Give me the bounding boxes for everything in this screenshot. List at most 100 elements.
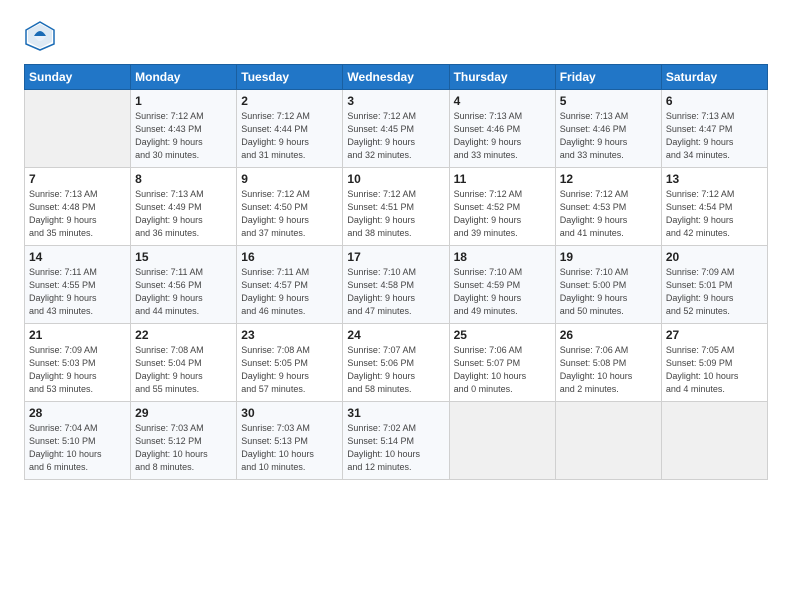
- calendar-week-2: 7 Sunrise: 7:13 AM Sunset: 4:48 PM Daylig…: [25, 168, 768, 246]
- day-info: Sunrise: 7:07 AM Sunset: 5:06 PM Dayligh…: [347, 344, 444, 396]
- day-info: Sunrise: 7:10 AM Sunset: 5:00 PM Dayligh…: [560, 266, 657, 318]
- calendar-week-3: 14Sunrise: 7:11 AM Sunset: 4:55 PM Dayli…: [25, 246, 768, 324]
- day-info: Sunrise: 7:12 AM Sunset: 4:45 PM Dayligh…: [347, 110, 444, 162]
- calendar-week-1: 1 Sunrise: 7:12 AM Sunset: 4:43 PM Daylig…: [25, 90, 768, 168]
- calendar-body: 1 Sunrise: 7:12 AM Sunset: 4:43 PM Daylig…: [25, 90, 768, 480]
- day-header-monday: Monday: [131, 65, 237, 90]
- day-number: 9: [241, 172, 338, 186]
- day-info: Sunrise: 7:11 AM Sunset: 4:57 PM Dayligh…: [241, 266, 338, 318]
- day-info: Sunrise: 7:13 AM Sunset: 4:46 PM Dayligh…: [454, 110, 551, 162]
- day-info: Sunrise: 7:12 AM Sunset: 4:43 PM Dayligh…: [135, 110, 232, 162]
- day-number: 22: [135, 328, 232, 342]
- day-info: Sunrise: 7:05 AM Sunset: 5:09 PM Dayligh…: [666, 344, 763, 396]
- day-number: 25: [454, 328, 551, 342]
- day-info: Sunrise: 7:11 AM Sunset: 4:56 PM Dayligh…: [135, 266, 232, 318]
- calendar-cell: 23 Sunrise: 7:08 AM Sunset: 5:05 PM Dayli…: [237, 324, 343, 402]
- logo-icon: [24, 20, 56, 52]
- day-info: Sunrise: 7:12 AM Sunset: 4:53 PM Dayligh…: [560, 188, 657, 240]
- day-number: 3: [347, 94, 444, 108]
- day-number: 5: [560, 94, 657, 108]
- day-number: 10: [347, 172, 444, 186]
- day-number: 11: [454, 172, 551, 186]
- calendar-cell: 1 Sunrise: 7:12 AM Sunset: 4:43 PM Daylig…: [131, 90, 237, 168]
- day-info: Sunrise: 7:10 AM Sunset: 4:59 PM Dayligh…: [454, 266, 551, 318]
- day-header-tuesday: Tuesday: [237, 65, 343, 90]
- calendar-cell: 18 Sunrise: 7:10 AM Sunset: 4:59 PM Dayli…: [449, 246, 555, 324]
- calendar-cell: 30Sunrise: 7:03 AM Sunset: 5:13 PM Dayli…: [237, 402, 343, 480]
- day-number: 29: [135, 406, 232, 420]
- day-info: Sunrise: 7:12 AM Sunset: 4:52 PM Dayligh…: [454, 188, 551, 240]
- day-number: 30: [241, 406, 338, 420]
- day-info: Sunrise: 7:03 AM Sunset: 5:12 PM Dayligh…: [135, 422, 232, 474]
- calendar-cell: 28Sunrise: 7:04 AM Sunset: 5:10 PM Dayli…: [25, 402, 131, 480]
- calendar-cell: 5 Sunrise: 7:13 AM Sunset: 4:46 PM Daylig…: [555, 90, 661, 168]
- page: SundayMondayTuesdayWednesdayThursdayFrid…: [0, 0, 792, 612]
- calendar-cell: [555, 402, 661, 480]
- calendar-cell: 20 Sunrise: 7:09 AM Sunset: 5:01 PM Dayli…: [661, 246, 767, 324]
- day-info: Sunrise: 7:09 AM Sunset: 5:03 PM Dayligh…: [29, 344, 126, 396]
- day-number: 31: [347, 406, 444, 420]
- day-number: 14: [29, 250, 126, 264]
- day-info: Sunrise: 7:12 AM Sunset: 4:50 PM Dayligh…: [241, 188, 338, 240]
- calendar-cell: 17 Sunrise: 7:10 AM Sunset: 4:58 PM Dayli…: [343, 246, 449, 324]
- day-number: 13: [666, 172, 763, 186]
- day-number: 24: [347, 328, 444, 342]
- calendar-cell: 12Sunrise: 7:12 AM Sunset: 4:53 PM Dayli…: [555, 168, 661, 246]
- day-number: 20: [666, 250, 763, 264]
- day-header-saturday: Saturday: [661, 65, 767, 90]
- day-number: 8: [135, 172, 232, 186]
- calendar-cell: [661, 402, 767, 480]
- calendar-cell: 3 Sunrise: 7:12 AM Sunset: 4:45 PM Daylig…: [343, 90, 449, 168]
- day-header-thursday: Thursday: [449, 65, 555, 90]
- calendar-cell: 14Sunrise: 7:11 AM Sunset: 4:55 PM Dayli…: [25, 246, 131, 324]
- day-number: 28: [29, 406, 126, 420]
- day-number: 17: [347, 250, 444, 264]
- calendar-cell: 27 Sunrise: 7:05 AM Sunset: 5:09 PM Dayli…: [661, 324, 767, 402]
- day-info: Sunrise: 7:02 AM Sunset: 5:14 PM Dayligh…: [347, 422, 444, 474]
- day-number: 18: [454, 250, 551, 264]
- header-row: SundayMondayTuesdayWednesdayThursdayFrid…: [25, 65, 768, 90]
- day-number: 4: [454, 94, 551, 108]
- day-info: Sunrise: 7:06 AM Sunset: 5:07 PM Dayligh…: [454, 344, 551, 396]
- day-info: Sunrise: 7:08 AM Sunset: 5:05 PM Dayligh…: [241, 344, 338, 396]
- calendar-week-4: 21 Sunrise: 7:09 AM Sunset: 5:03 PM Dayli…: [25, 324, 768, 402]
- day-number: 27: [666, 328, 763, 342]
- header: [24, 20, 768, 52]
- day-info: Sunrise: 7:08 AM Sunset: 5:04 PM Dayligh…: [135, 344, 232, 396]
- day-info: Sunrise: 7:13 AM Sunset: 4:48 PM Dayligh…: [29, 188, 126, 240]
- calendar-cell: 11 Sunrise: 7:12 AM Sunset: 4:52 PM Dayli…: [449, 168, 555, 246]
- calendar-header: SundayMondayTuesdayWednesdayThursdayFrid…: [25, 65, 768, 90]
- calendar-cell: 16 Sunrise: 7:11 AM Sunset: 4:57 PM Dayli…: [237, 246, 343, 324]
- calendar-cell: 6 Sunrise: 7:13 AM Sunset: 4:47 PM Daylig…: [661, 90, 767, 168]
- day-number: 23: [241, 328, 338, 342]
- day-info: Sunrise: 7:13 AM Sunset: 4:46 PM Dayligh…: [560, 110, 657, 162]
- calendar-cell: [449, 402, 555, 480]
- day-number: 26: [560, 328, 657, 342]
- calendar-cell: 26 Sunrise: 7:06 AM Sunset: 5:08 PM Dayli…: [555, 324, 661, 402]
- day-info: Sunrise: 7:06 AM Sunset: 5:08 PM Dayligh…: [560, 344, 657, 396]
- day-header-sunday: Sunday: [25, 65, 131, 90]
- calendar-cell: 2Sunrise: 7:12 AM Sunset: 4:44 PM Daylig…: [237, 90, 343, 168]
- calendar-cell: 22 Sunrise: 7:08 AM Sunset: 5:04 PM Dayli…: [131, 324, 237, 402]
- day-info: Sunrise: 7:12 AM Sunset: 4:54 PM Dayligh…: [666, 188, 763, 240]
- day-info: Sunrise: 7:10 AM Sunset: 4:58 PM Dayligh…: [347, 266, 444, 318]
- day-info: Sunrise: 7:13 AM Sunset: 4:47 PM Dayligh…: [666, 110, 763, 162]
- logo: [24, 20, 62, 52]
- calendar-cell: 7 Sunrise: 7:13 AM Sunset: 4:48 PM Daylig…: [25, 168, 131, 246]
- day-number: 19: [560, 250, 657, 264]
- calendar-cell: [25, 90, 131, 168]
- day-number: 1: [135, 94, 232, 108]
- calendar-cell: 24 Sunrise: 7:07 AM Sunset: 5:06 PM Dayli…: [343, 324, 449, 402]
- day-number: 7: [29, 172, 126, 186]
- day-number: 21: [29, 328, 126, 342]
- day-header-friday: Friday: [555, 65, 661, 90]
- calendar-cell: 15Sunrise: 7:11 AM Sunset: 4:56 PM Dayli…: [131, 246, 237, 324]
- day-info: Sunrise: 7:12 AM Sunset: 4:51 PM Dayligh…: [347, 188, 444, 240]
- day-number: 16: [241, 250, 338, 264]
- calendar-cell: 13 Sunrise: 7:12 AM Sunset: 4:54 PM Dayli…: [661, 168, 767, 246]
- calendar-table: SundayMondayTuesdayWednesdayThursdayFrid…: [24, 64, 768, 480]
- day-info: Sunrise: 7:12 AM Sunset: 4:44 PM Dayligh…: [241, 110, 338, 162]
- calendar-cell: 29 Sunrise: 7:03 AM Sunset: 5:12 PM Dayli…: [131, 402, 237, 480]
- day-number: 6: [666, 94, 763, 108]
- day-info: Sunrise: 7:09 AM Sunset: 5:01 PM Dayligh…: [666, 266, 763, 318]
